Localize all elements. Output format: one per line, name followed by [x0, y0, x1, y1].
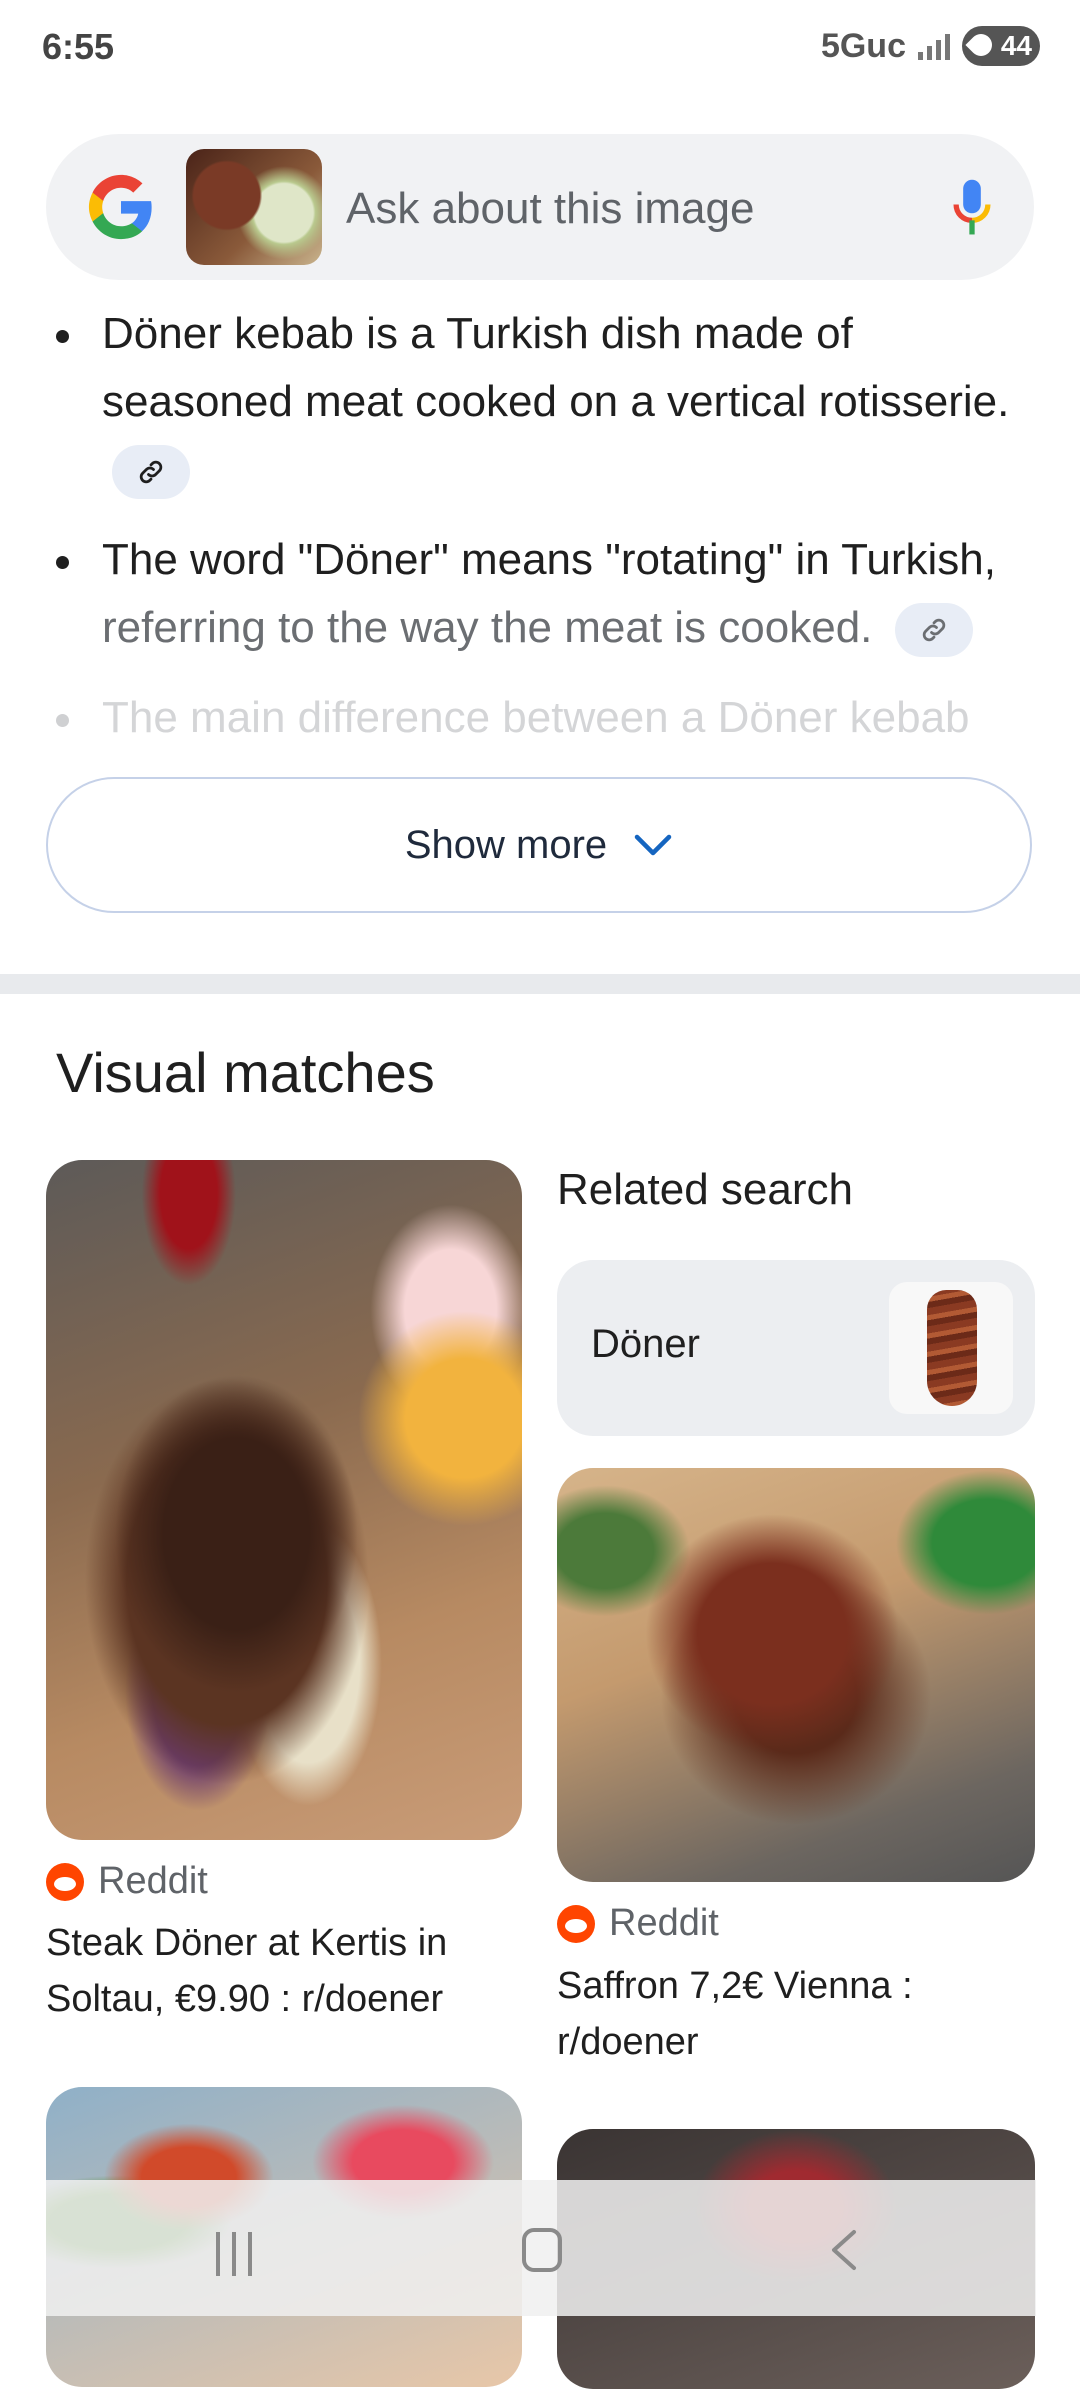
- card-caption[interactable]: Saffron 7,2€ Vienna : r/doener: [557, 1958, 1027, 2070]
- overview-bullet: The word "Döner" means "rotating" in Tur…: [46, 526, 1036, 662]
- microphone-icon[interactable]: [950, 178, 994, 238]
- section-divider: [0, 974, 1080, 994]
- search-input[interactable]: Ask about this image: [346, 184, 754, 234]
- reddit-icon: [557, 1904, 595, 1943]
- show-more-label: Show more: [404, 822, 608, 867]
- battery-icon: 44: [962, 26, 1040, 66]
- back-button[interactable]: [828, 2228, 858, 2272]
- battery-level: 44: [1000, 30, 1032, 61]
- overview-bullets: Döner kebab is a Turkish dish made of se…: [46, 300, 1036, 774]
- related-search-thumbnail: [889, 1282, 1013, 1414]
- link-icon: [139, 461, 163, 484]
- card-caption[interactable]: Steak Döner at Kertis in Soltau, €9.90 :…: [46, 1915, 516, 2027]
- related-search-label: Döner: [591, 1322, 700, 1366]
- search-bar[interactable]: Ask about this image: [46, 134, 1034, 280]
- card-source-label: Reddit: [98, 1860, 208, 1902]
- related-search-title: Related search: [557, 1165, 853, 1214]
- query-image-thumbnail[interactable]: [186, 149, 322, 265]
- overview-bullet-faded: The main difference between a Döner keba…: [46, 684, 1036, 752]
- status-indicators: 5Guc 44: [821, 26, 1040, 66]
- source-link-chip[interactable]: [894, 603, 973, 658]
- reddit-icon: [46, 1862, 84, 1901]
- visual-match-image[interactable]: [46, 1160, 522, 1840]
- signal-icon: [918, 32, 950, 60]
- bullet-text: The word "Döner" means "rotating" in Tur…: [102, 535, 996, 584]
- bullet-text: The main difference between a Döner keba…: [102, 693, 970, 742]
- home-button[interactable]: [522, 2228, 562, 2272]
- status-bar: 6:55 5Guc 44: [0, 0, 1080, 100]
- recents-button[interactable]: [216, 2232, 252, 2276]
- related-search-chip[interactable]: Döner: [557, 1260, 1035, 1436]
- source-link-chip[interactable]: [112, 445, 190, 500]
- card-source[interactable]: Reddit: [557, 1902, 719, 1945]
- bullet-text-continued: referring to the way the meat is cooked.: [102, 603, 873, 652]
- chevron-down-icon: [634, 834, 672, 856]
- card-source[interactable]: Reddit: [46, 1860, 208, 1903]
- show-more-button[interactable]: Show more: [46, 777, 1032, 913]
- visual-match-image[interactable]: [557, 1468, 1035, 1882]
- visual-matches-title: Visual matches: [56, 1041, 435, 1104]
- card-source-label: Reddit: [609, 1902, 719, 1944]
- doner-meat-image: [927, 1290, 977, 1406]
- google-g-logo-icon[interactable]: [86, 172, 156, 242]
- network-type: 5Guc: [820, 26, 906, 65]
- bullet-text: Döner kebab is a Turkish dish made of se…: [102, 309, 1010, 426]
- battery-saver-leaf-icon: [965, 29, 997, 61]
- system-navigation-bar: [46, 2180, 1036, 2316]
- link-icon: [922, 619, 945, 642]
- status-time: 6:55: [42, 26, 115, 67]
- overview-bullet: Döner kebab is a Turkish dish made of se…: [46, 300, 1036, 504]
